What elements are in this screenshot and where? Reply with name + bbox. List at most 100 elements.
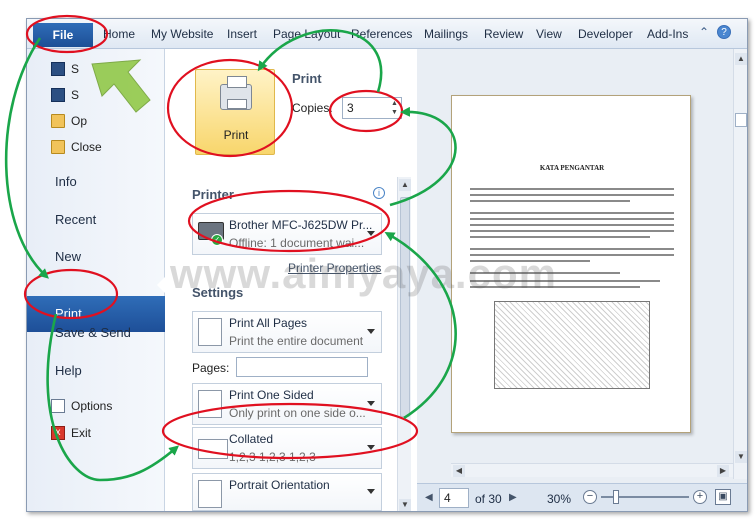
orientation-select[interactable]: Portrait Orientation (192, 473, 382, 511)
scroll-down-icon[interactable]: ▼ (735, 451, 747, 463)
tab-review[interactable]: Review (484, 27, 523, 41)
check-status-icon: ✓ (211, 234, 223, 246)
nav-exit[interactable]: x Exit (51, 423, 91, 443)
next-page-icon[interactable]: ▶ (509, 492, 517, 503)
print-range-main: Print All Pages (229, 316, 308, 330)
chevron-up-icon[interactable]: ⌃ (697, 25, 711, 39)
save-as-icon (51, 88, 65, 102)
text-line (470, 218, 674, 220)
nav-info[interactable]: Info (55, 174, 77, 189)
nav-save-label: S (71, 62, 80, 76)
print-button-label: Print (223, 128, 249, 142)
dropdown-arrow-icon (367, 329, 375, 334)
tab-file[interactable]: File (33, 23, 93, 47)
collate-sub: 1,2,3 1,2,3 1,2,3 (229, 450, 316, 464)
collate-main: Collated (229, 432, 274, 446)
options-icon (51, 399, 65, 413)
zoom-to-page-icon[interactable]: ▣ (715, 489, 731, 505)
zoom-out-icon[interactable]: − (583, 490, 597, 504)
scroll-thumb[interactable] (735, 113, 747, 127)
selected-pointer-icon (157, 276, 166, 294)
preview-status-bar: ◀ 4 of 30 ▶ 30% − + ▣ (417, 483, 747, 511)
spin-down-icon[interactable]: ▼ (391, 109, 399, 117)
printer-heading: Printer (192, 187, 234, 202)
printer-icon (220, 76, 252, 110)
open-folder-icon (51, 114, 65, 128)
scroll-right-icon[interactable]: ▶ (717, 465, 729, 477)
nav-options[interactable]: Options (51, 396, 112, 416)
scroll-up-icon[interactable]: ▲ (735, 53, 747, 65)
previous-page-icon[interactable]: ◀ (425, 492, 433, 503)
nav-new[interactable]: New (55, 249, 81, 264)
print-heading: Print (292, 71, 322, 86)
tab-view[interactable]: View (536, 27, 562, 41)
sides-main: Print One Sided (229, 388, 314, 402)
close-folder-icon (51, 140, 65, 154)
backstage-nav: S S Op Close Info Recent New Print Save … (27, 49, 165, 511)
save-icon (51, 62, 65, 76)
zoom-level[interactable]: 30% (547, 492, 571, 506)
scroll-down-icon[interactable]: ▼ (399, 499, 411, 511)
nav-exit-label: Exit (71, 426, 92, 440)
scroll-thumb[interactable] (400, 197, 410, 417)
sides-sub: Only print on one side o... (229, 406, 366, 420)
preview-vertical-scrollbar[interactable]: ▲ ▼ (733, 49, 747, 479)
nav-save-send[interactable]: Save & Send (55, 325, 131, 340)
dropdown-arrow-icon (367, 489, 375, 494)
tab-my-website[interactable]: My Website (151, 27, 213, 41)
tab-insert[interactable]: Insert (227, 27, 257, 41)
help-icon[interactable]: ? (717, 25, 731, 39)
copies-value: 3 (347, 101, 354, 115)
preview-page-title: KATA PENGANTAR (539, 164, 605, 172)
tab-references[interactable]: References (351, 27, 412, 41)
print-button[interactable]: Print (195, 69, 275, 155)
nav-recent[interactable]: Recent (55, 212, 96, 227)
tab-page-layout[interactable]: Page Layout (273, 27, 340, 41)
pages-icon (198, 318, 222, 346)
text-line (470, 236, 650, 238)
tab-mailings[interactable]: Mailings (424, 27, 468, 41)
print-range-select[interactable]: Print All Pages Print the entire documen… (192, 311, 382, 353)
info-icon[interactable]: i (373, 187, 385, 199)
copies-label: Copies: (292, 101, 333, 115)
page-count: of 30 (475, 492, 502, 506)
nav-save-as-label: S (71, 88, 80, 102)
collate-select[interactable]: Collated 1,2,3 1,2,3 1,2,3 (192, 427, 382, 469)
settings-scrollbar[interactable]: ▲ ▼ (397, 177, 411, 511)
pages-input[interactable] (236, 357, 368, 377)
spin-up-icon[interactable]: ▲ (391, 100, 399, 108)
nav-help[interactable]: Help (55, 363, 82, 378)
nav-save-as[interactable]: S (51, 85, 79, 105)
text-line (470, 224, 674, 226)
one-sided-icon (198, 390, 222, 418)
tab-add-ins[interactable]: Add-Ins (647, 27, 688, 41)
portrait-icon (198, 480, 222, 508)
dropdown-arrow-icon (367, 231, 375, 236)
printer-status: Offline: 1 document wai... (229, 236, 365, 250)
dropdown-arrow-icon (367, 401, 375, 406)
tab-developer[interactable]: Developer (578, 27, 633, 41)
nav-close[interactable]: Close (51, 137, 102, 157)
sides-select[interactable]: Print One Sided Only print on one side o… (192, 383, 382, 425)
zoom-in-icon[interactable]: + (693, 490, 707, 504)
text-line (470, 188, 674, 190)
page-number-input[interactable]: 4 (439, 488, 469, 508)
printer-select[interactable]: ✓ Brother MFC-J625DW Pr... Offline: 1 do… (192, 213, 382, 255)
nav-save[interactable]: S (51, 59, 79, 79)
dropdown-arrow-icon (367, 445, 375, 450)
document-illustration (494, 301, 650, 389)
text-line (470, 212, 674, 214)
zoom-slider-thumb[interactable] (613, 490, 619, 504)
copies-stepper[interactable]: 3 ▲ ▼ (342, 97, 402, 119)
nav-open[interactable]: Op (51, 111, 87, 131)
scroll-left-icon[interactable]: ◀ (453, 465, 465, 477)
text-line (470, 200, 630, 202)
preview-horizontal-scrollbar[interactable]: ◀ ▶ (451, 463, 733, 477)
orientation-main: Portrait Orientation (229, 478, 330, 492)
tab-home[interactable]: Home (103, 27, 135, 41)
nav-options-label: Options (71, 399, 113, 413)
text-line (470, 194, 674, 196)
print-range-sub: Print the entire document (229, 334, 364, 348)
nav-open-label: Op (71, 114, 88, 128)
scroll-up-icon[interactable]: ▲ (399, 179, 411, 191)
